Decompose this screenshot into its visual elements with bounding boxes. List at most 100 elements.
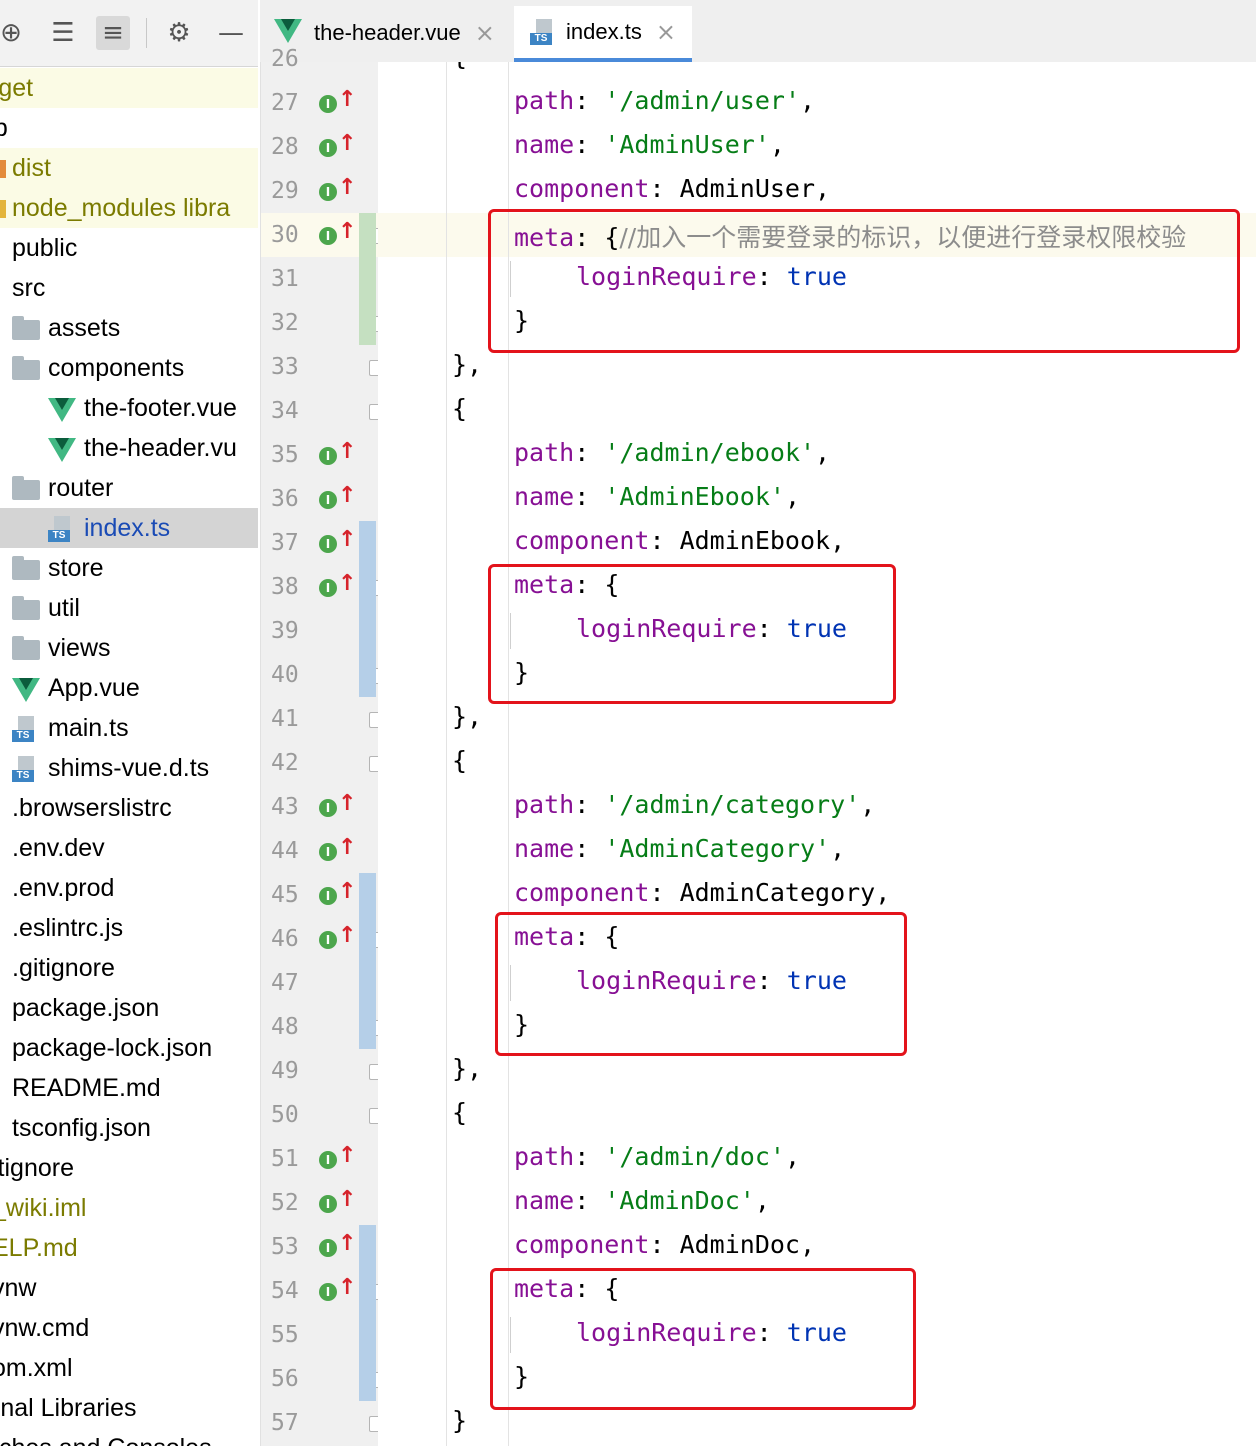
code-line[interactable]: path: '/admin/ebook', (378, 433, 1256, 477)
override-arrow-icon[interactable]: ↑ (338, 131, 356, 156)
code-editor[interactable]: {path: '/admin/user',name: 'AdminUser',c… (378, 62, 1256, 1446)
tree-item[interactable]: components (0, 348, 258, 388)
tree-item[interactable]: package-lock.json (0, 1028, 258, 1068)
code-line[interactable]: { (378, 1093, 1256, 1137)
implementation-icon[interactable]: I (319, 1151, 337, 1169)
tab-index-ts[interactable]: TS index.ts × (514, 6, 692, 62)
close-icon[interactable]: × (475, 19, 495, 47)
code-line[interactable]: component: AdminEbook, (378, 521, 1256, 565)
code-line[interactable]: name: 'AdminEbook', (378, 477, 1256, 521)
implementation-icon[interactable]: I (319, 887, 337, 905)
tree-item[interactable]: App.vue (0, 668, 258, 708)
implementation-icon[interactable]: I (319, 139, 337, 157)
tree-item[interactable]: rget (0, 68, 258, 108)
implementation-icon[interactable]: I (319, 227, 337, 245)
tree-item[interactable]: node_modules libra (0, 188, 258, 228)
implementation-icon[interactable]: I (319, 799, 337, 817)
code-line[interactable]: { (378, 741, 1256, 785)
tree-item[interactable]: .browserslistrc (0, 788, 258, 828)
annotation-highlight-box (490, 1268, 916, 1410)
tree-item[interactable]: the-footer.vue (0, 388, 258, 428)
override-arrow-icon[interactable]: ↑ (338, 571, 356, 596)
tree-item[interactable]: TS index.ts (0, 508, 258, 548)
tree-item-label: dist (12, 154, 51, 182)
implementation-icon[interactable]: I (319, 1283, 337, 1301)
code-line[interactable]: path: '/admin/user', (378, 81, 1256, 125)
vue-icon (12, 678, 40, 702)
implementation-icon[interactable]: I (319, 1239, 337, 1257)
tree-item-label: README.md (12, 1074, 161, 1102)
tree-item[interactable]: .gitignore (0, 948, 258, 988)
vcs-change-marker[interactable] (359, 873, 376, 1049)
override-arrow-icon[interactable]: ↑ (338, 1231, 356, 1256)
tree-item[interactable]: .eslintrc.js (0, 908, 258, 948)
tree-item[interactable]: ELP.md (0, 1228, 258, 1268)
vcs-change-marker[interactable] (359, 1225, 376, 1401)
minimize-icon[interactable]: — (214, 16, 248, 50)
implementation-icon[interactable]: I (319, 95, 337, 113)
implementation-icon[interactable]: I (319, 931, 337, 949)
implementation-icon[interactable]: I (319, 579, 337, 597)
tree-item[interactable]: vnw.cmd (0, 1308, 258, 1348)
override-arrow-icon[interactable]: ↑ (338, 1187, 356, 1212)
override-arrow-icon[interactable]: ↑ (338, 527, 356, 552)
implementation-icon[interactable]: I (319, 843, 337, 861)
code-line[interactable]: path: '/admin/category', (378, 785, 1256, 829)
tree-item[interactable]: om.xml (0, 1348, 258, 1388)
tree-item[interactable]: tches and Consoles (0, 1428, 258, 1446)
tree-item[interactable]: _wiki.iml (0, 1188, 258, 1228)
tree-item[interactable]: README.md (0, 1068, 258, 1108)
override-arrow-icon[interactable]: ↑ (338, 439, 356, 464)
override-arrow-icon[interactable]: ↑ (338, 835, 356, 860)
code-line[interactable]: name: 'AdminDoc', (378, 1181, 1256, 1225)
implementation-icon[interactable]: I (319, 535, 337, 553)
tree-item[interactable]: store (0, 548, 258, 588)
tree-item[interactable]: src (0, 268, 258, 308)
code-line[interactable]: component: AdminCategory, (378, 873, 1256, 917)
tree-item[interactable]: assets (0, 308, 258, 348)
implementation-icon[interactable]: I (319, 491, 337, 509)
tree-item-label: components (48, 354, 185, 382)
tree-item[interactable]: views (0, 628, 258, 668)
tree-item[interactable]: util (0, 588, 258, 628)
tree-item[interactable]: router (0, 468, 258, 508)
tree-item[interactable]: dist (0, 148, 258, 188)
code-line[interactable]: component: AdminDoc, (378, 1225, 1256, 1269)
tree-item[interactable]: TS main.ts (0, 708, 258, 748)
tree-item[interactable]: public (0, 228, 258, 268)
tree-item[interactable]: rnal Libraries (0, 1388, 258, 1428)
tree-item[interactable]: eb (0, 108, 258, 148)
close-icon[interactable]: × (656, 18, 676, 46)
vcs-change-marker[interactable] (359, 521, 376, 697)
override-arrow-icon[interactable]: ↑ (338, 879, 356, 904)
tree-item[interactable]: package.json (0, 988, 258, 1028)
expand-all-icon[interactable]: ☰ (46, 16, 80, 50)
vcs-change-marker[interactable] (359, 213, 376, 345)
code-line[interactable]: name: 'AdminCategory', (378, 829, 1256, 873)
tree-item[interactable]: the-header.vu (0, 428, 258, 468)
override-arrow-icon[interactable]: ↑ (338, 1275, 356, 1300)
implementation-icon[interactable]: I (319, 183, 337, 201)
implementation-icon[interactable]: I (319, 447, 337, 465)
gear-icon[interactable]: ⚙ (162, 16, 196, 50)
tree-item[interactable]: TS shims-vue.d.ts (0, 748, 258, 788)
tree-item[interactable]: .env.dev (0, 828, 258, 868)
code-line[interactable]: path: '/admin/doc', (378, 1137, 1256, 1181)
override-arrow-icon[interactable]: ↑ (338, 1143, 356, 1168)
collapse-all-icon[interactable]: ≡ (96, 16, 130, 50)
override-arrow-icon[interactable]: ↑ (338, 175, 356, 200)
override-arrow-icon[interactable]: ↑ (338, 483, 356, 508)
override-arrow-icon[interactable]: ↑ (338, 87, 356, 112)
tree-item[interactable]: tsconfig.json (0, 1108, 258, 1148)
tree-item[interactable]: vnw (0, 1268, 258, 1308)
override-arrow-icon[interactable]: ↑ (338, 923, 356, 948)
tree-item[interactable]: itignore (0, 1148, 258, 1188)
locate-icon[interactable]: ⊕ (0, 16, 28, 50)
code-line[interactable]: component: AdminUser, (378, 169, 1256, 213)
code-line[interactable]: name: 'AdminUser', (378, 125, 1256, 169)
code-line[interactable]: { (378, 389, 1256, 433)
tree-item[interactable]: .env.prod (0, 868, 258, 908)
override-arrow-icon[interactable]: ↑ (338, 219, 356, 244)
implementation-icon[interactable]: I (319, 1195, 337, 1213)
override-arrow-icon[interactable]: ↑ (338, 791, 356, 816)
